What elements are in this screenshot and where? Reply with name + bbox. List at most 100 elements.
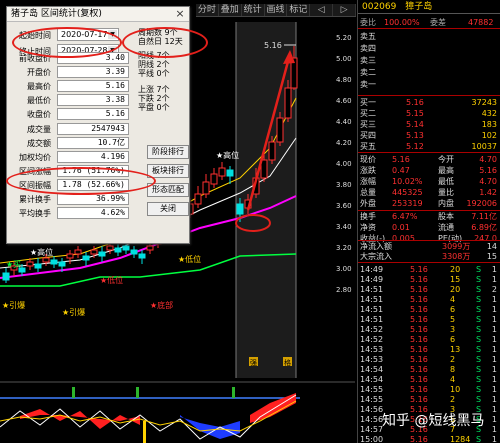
tick-direction: S (476, 385, 482, 394)
stat-value: 0.01 (392, 223, 410, 232)
axis-tick: 4.20 (336, 139, 352, 147)
stat-value: 5.16 (392, 155, 410, 164)
tick-row[interactable]: 14:49 5.16 15 S 1 (358, 275, 500, 284)
sell-level-row[interactable]: 卖三 (358, 56, 500, 65)
tick-row[interactable]: 14:55 5.16 2 S 1 (358, 395, 500, 404)
tick-time: 14:55 (360, 385, 384, 394)
tick-row[interactable]: 14:51 5.16 6 S 1 (358, 305, 500, 314)
buy-level-name: 买五 (360, 142, 376, 151)
tick-count: 1 (491, 315, 497, 324)
tick-row[interactable]: 14:55 5.16 10 S 1 (358, 385, 500, 394)
tick-time: 14:54 (360, 375, 384, 384)
tick-price: 5.16 (410, 265, 428, 274)
buy-level-row[interactable]: 买三 5.14 183 (358, 120, 500, 129)
stat-value: 253319 (392, 199, 423, 208)
stat-label: 换手 (360, 212, 376, 221)
pattern-match-button[interactable]: 形态匹配 (147, 183, 189, 197)
axis-tick: 3.40 (336, 223, 352, 231)
stat-value: 1.42 (479, 188, 497, 197)
stats-field-value: 10.7亿 (57, 137, 129, 149)
tick-count: 1 (491, 295, 497, 304)
sell-level-row[interactable]: 卖二 (358, 68, 500, 77)
oscillator-chart[interactable] (0, 381, 355, 443)
stats-field-value: 3.40 (57, 52, 129, 64)
tick-time: 14:51 (360, 295, 384, 304)
buy-level-row[interactable]: 买四 5.13 102 (358, 131, 500, 140)
sell-level-row[interactable]: 卖四 (358, 44, 500, 53)
tick-direction: S (476, 395, 482, 404)
tick-price: 5.16 (410, 355, 428, 364)
toolbar-overlay[interactable]: 叠加 (219, 4, 242, 16)
buy-level-row[interactable]: 买五 5.12 10037 (358, 142, 500, 151)
candle-body (210, 173, 218, 185)
toolbar-stats[interactable]: 统计 (242, 4, 265, 16)
tick-row[interactable]: 14:54 5.16 8 S 1 (358, 365, 500, 374)
tick-direction: S (476, 285, 482, 294)
annotation-trigger-2: ★引爆 (2, 300, 25, 310)
sell-level-row[interactable]: 卖五 (358, 32, 500, 41)
candle-body (268, 141, 276, 161)
toolbar-intraday[interactable]: 分时 (196, 4, 219, 16)
candle-body (122, 245, 130, 251)
stat-value: 0.47 (392, 166, 410, 175)
toolbar-draw[interactable]: 画线 (265, 4, 288, 16)
candle-body (34, 263, 42, 269)
tick-row[interactable]: 14:49 5.16 20 S 1 (358, 265, 500, 274)
sector-ranking-button[interactable]: 板块排行 (147, 164, 189, 178)
start-date-picker[interactable]: 2020-07-17 ▼ (57, 28, 119, 41)
tick-price: 5.16 (410, 305, 428, 314)
close-icon[interactable]: × (174, 8, 186, 20)
stat-row: 外盘 253319 内盘 192006 (358, 199, 500, 208)
stat-value: 10.02% (392, 177, 423, 186)
tick-direction: S (476, 275, 482, 284)
tick-time: 14:52 (360, 335, 384, 344)
tick-volume: 15 (450, 275, 461, 284)
flow-tag: 15 (486, 252, 497, 261)
axis-tick: 5.00 (336, 55, 352, 63)
close-button[interactable]: 关闭 (147, 202, 189, 216)
tick-row[interactable]: 14:52 5.16 6 S 1 (358, 335, 500, 344)
tick-row[interactable]: 14:53 5.16 13 S 1 (358, 345, 500, 354)
toolbar-mark[interactable]: 标记 (287, 4, 311, 16)
tick-time: 14:53 (360, 345, 384, 354)
tick-row[interactable]: 15:00 5.16 1284 S 1 (358, 435, 500, 443)
buy-level-price: 5.15 (406, 109, 424, 118)
tick-time: 14:57 (360, 425, 384, 434)
tick-direction: S (476, 265, 482, 274)
sell-level-row[interactable]: 卖一 (358, 80, 500, 89)
annotation-high-2: ★高位 (30, 247, 53, 257)
tick-direction: S (476, 435, 482, 443)
ratio-value: 100.00% (384, 18, 420, 27)
tick-price: 5.16 (410, 335, 428, 344)
chevron-down-icon[interactable]: ▼ (108, 30, 117, 39)
tick-row[interactable]: 14:52 5.16 3 S 1 (358, 325, 500, 334)
stats-field-label: 最高价 (27, 82, 51, 91)
tick-direction: S (476, 315, 482, 324)
stat-label: 总量 (360, 188, 376, 197)
tick-count: 1 (491, 365, 497, 374)
up-count: 上涨 7个 (138, 85, 170, 94)
buy-level-row[interactable]: 买二 5.15 432 (358, 109, 500, 118)
sell-level-name: 卖一 (360, 80, 376, 89)
buy-level-name: 买四 (360, 131, 376, 140)
tick-price: 5.16 (410, 285, 428, 294)
candle-body (276, 117, 284, 143)
flow-label: 净流入额 (360, 242, 392, 251)
tick-row[interactable]: 14:51 5.16 20 S 2 (358, 285, 500, 294)
axis-tick: 4.00 (336, 160, 352, 168)
axis-tick: 4.60 (336, 97, 352, 105)
toolbar-next[interactable]: ▷ (333, 4, 357, 16)
tick-row[interactable]: 14:51 5.16 4 S 1 (358, 295, 500, 304)
candle-body (2, 272, 10, 281)
toolbar-prev[interactable]: ◁ (310, 4, 334, 16)
tick-row[interactable]: 14:51 5.16 5 S 1 (358, 315, 500, 324)
stage-ranking-button[interactable]: 阶段排行 (147, 145, 189, 159)
tick-row[interactable]: 14:54 5.16 4 S 1 (358, 375, 500, 384)
buy-level-row[interactable]: 买一 5.16 37243 (358, 98, 500, 107)
tick-row[interactable]: 14:53 5.16 2 S 1 (358, 355, 500, 364)
tick-count: 1 (491, 355, 497, 364)
axis-tick: 3.80 (336, 181, 352, 189)
stats-field-value: 5.16 (57, 108, 129, 120)
stat-label: 内盘 (438, 199, 454, 208)
tick-count: 1 (491, 435, 497, 443)
